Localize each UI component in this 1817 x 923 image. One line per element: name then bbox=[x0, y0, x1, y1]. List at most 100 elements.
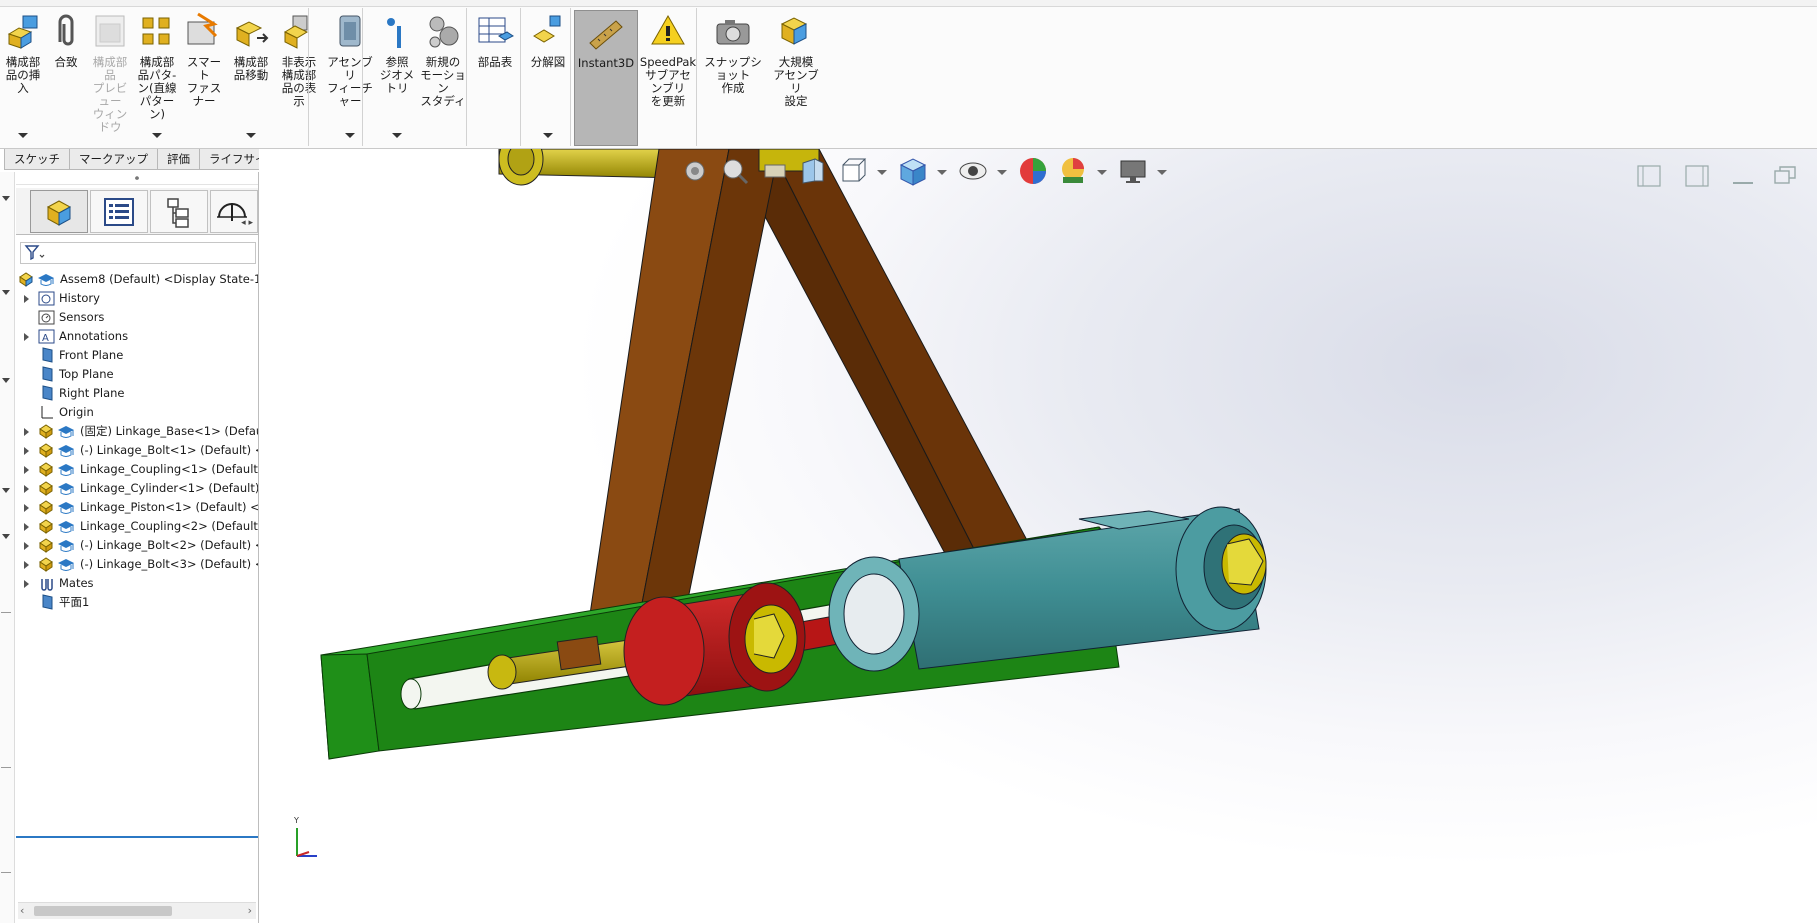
chevron-down-icon[interactable] bbox=[392, 133, 402, 138]
collapse-arrow-icon[interactable] bbox=[2, 378, 10, 383]
view-settings-dropdown-icon[interactable] bbox=[1157, 170, 1167, 175]
ribbon-button-linear-pattern[interactable]: 構成部 品パタ- ン(直線 パターン) bbox=[134, 10, 180, 146]
tree-item[interactable]: 平面1 bbox=[16, 591, 258, 613]
apply-scene-dropdown-icon[interactable] bbox=[1097, 170, 1107, 175]
ribbon-button-snapshot-camera[interactable]: スナップショット 作成 bbox=[700, 10, 766, 146]
ribbon-button-bill-of-materials[interactable]: 部品表 bbox=[470, 10, 520, 146]
linkage-cylinder[interactable] bbox=[828, 506, 1267, 672]
ribbon-button-component-preview-window[interactable]: 構成部 品 プレビュー ウィンドウ bbox=[88, 10, 132, 146]
collapse-arrow-icon[interactable] bbox=[2, 196, 10, 201]
smart-fasteners-icon bbox=[187, 12, 218, 45]
ribbon-button-smart-fasteners[interactable]: スマート ファスナー bbox=[182, 10, 226, 146]
linkage-coupling-red[interactable] bbox=[623, 582, 806, 706]
sensors-icon bbox=[38, 310, 55, 325]
view-settings-icon[interactable] bbox=[1117, 155, 1149, 187]
expand-arrow-icon[interactable] bbox=[24, 333, 29, 341]
assembly-model[interactable] bbox=[259, 149, 1817, 923]
expand-arrow-icon[interactable] bbox=[24, 542, 29, 550]
minimize-icon[interactable] bbox=[1729, 163, 1757, 189]
graphics-area[interactable]: Y bbox=[259, 149, 1817, 923]
display-style-icon[interactable] bbox=[897, 155, 929, 187]
svg-text:A: A bbox=[42, 333, 49, 344]
scroll-thumb[interactable] bbox=[34, 906, 172, 916]
back-leg[interactable] bbox=[728, 149, 1030, 562]
ribbon-button-label: 部品表 bbox=[477, 55, 513, 69]
ribbon-button-instant3d[interactable]: Instant3D bbox=[574, 10, 638, 146]
expand-arrow-icon[interactable] bbox=[24, 295, 29, 303]
apply-scene-icon[interactable] bbox=[1057, 155, 1089, 187]
tab-command-manager[interactable]: スケッチ bbox=[4, 149, 70, 170]
panel-grip[interactable]: ⦁ bbox=[16, 172, 258, 185]
scroll-right-icon[interactable]: › bbox=[248, 904, 252, 917]
chevron-down-icon[interactable] bbox=[543, 133, 553, 138]
view-orientation-icon[interactable] bbox=[837, 155, 869, 187]
ribbon-button-speedpak-update[interactable]: SpeedPak サブアセンブリ を更新 bbox=[640, 10, 696, 146]
instant3d-icon bbox=[589, 20, 623, 50]
expand-arrow-icon[interactable] bbox=[24, 447, 29, 455]
expand-arrow-icon[interactable] bbox=[24, 504, 29, 512]
ribbon-button-large-assembly-settings[interactable]: 大規模 アセンブリ 設定 bbox=[768, 10, 824, 146]
previous-view-icon[interactable] bbox=[759, 155, 791, 187]
tab-featuremanager[interactable] bbox=[30, 190, 88, 233]
expand-arrow-icon[interactable] bbox=[24, 466, 29, 474]
restore-icon[interactable] bbox=[1771, 163, 1799, 189]
triad-y-label: Y bbox=[293, 816, 299, 825]
ribbon-button-exploded-view[interactable]: 分解図 bbox=[524, 10, 572, 146]
display-style-dropdown-icon[interactable] bbox=[937, 170, 947, 175]
section-view-icon[interactable] bbox=[797, 155, 829, 187]
expand-arrow-icon[interactable] bbox=[24, 485, 29, 493]
show-hidden-components-icon bbox=[283, 15, 309, 49]
expand-arrow-icon[interactable] bbox=[24, 561, 29, 569]
chevron-down-icon[interactable] bbox=[246, 133, 256, 138]
expand-arrow-icon[interactable] bbox=[24, 523, 29, 531]
collapse-arrow-icon[interactable] bbox=[2, 534, 10, 539]
display-state-hat-icon bbox=[58, 502, 74, 514]
tab-propertymanager[interactable] bbox=[90, 190, 148, 233]
part-component-icon bbox=[39, 443, 53, 458]
collapse-arrow-icon[interactable] bbox=[2, 290, 10, 295]
view-orientation-dropdown-icon[interactable] bbox=[877, 170, 887, 175]
ribbon-button-new-motion-study[interactable]: 新規の モーション スタディ bbox=[420, 10, 466, 146]
ribbon-button-assembly-features[interactable]: アセンブリ フィーチャー bbox=[326, 10, 374, 146]
part-component-icon bbox=[39, 519, 53, 534]
assembly-features-icon bbox=[339, 15, 361, 47]
speedpak-update-icon bbox=[651, 14, 685, 45]
tile-left-icon[interactable] bbox=[1635, 163, 1663, 189]
tab-dimxpertmanager[interactable]: ◂ ▸ bbox=[210, 190, 258, 233]
tab-scroll-arrows-icon[interactable]: ◂ ▸ bbox=[241, 218, 253, 228]
ribbon-button-label: スナップショット 作成 bbox=[704, 55, 762, 95]
ribbon-button-label: 構成部 品パタ- ン(直線 パターン) bbox=[137, 55, 177, 121]
heads-up-view-toolbar bbox=[685, 149, 1619, 193]
part-component-icon bbox=[39, 557, 53, 572]
edit-appearance-icon[interactable] bbox=[1017, 155, 1049, 187]
chevron-down-icon[interactable] bbox=[152, 133, 162, 138]
snapshot-camera-icon bbox=[716, 20, 750, 45]
ribbon-button-move-component[interactable]: 構成部 品移動 bbox=[228, 10, 274, 146]
feature-manager-tabs: ◂ ▸ bbox=[16, 188, 258, 235]
tab-command-manager[interactable]: 評価 bbox=[157, 149, 200, 170]
tree-filter-field[interactable] bbox=[20, 242, 256, 264]
expand-arrow-icon[interactable] bbox=[24, 428, 29, 436]
tile-right-icon[interactable] bbox=[1683, 163, 1711, 189]
expand-arrow-icon[interactable] bbox=[24, 580, 29, 588]
ribbon-button-reference-geometry[interactable]: 参照 ジオメトリ bbox=[376, 10, 418, 146]
rollback-bar[interactable] bbox=[16, 836, 258, 838]
new-motion-study-icon bbox=[429, 16, 459, 48]
hide-show-items-icon[interactable] bbox=[957, 155, 989, 187]
collapse-arrow-icon[interactable] bbox=[2, 488, 10, 493]
hide-show-dropdown-icon[interactable] bbox=[997, 170, 1007, 175]
scroll-left-icon[interactable]: ‹ bbox=[20, 904, 24, 917]
zoom-to-fit-icon[interactable] bbox=[679, 155, 711, 187]
filter-funnel-icon[interactable] bbox=[24, 244, 46, 262]
move-component-icon bbox=[235, 21, 269, 47]
chevron-down-icon[interactable] bbox=[345, 133, 355, 138]
ribbon-button-show-hidden-components[interactable]: 非表示 構成部 品の表 示 bbox=[276, 10, 322, 146]
front-leg[interactable] bbox=[588, 149, 780, 622]
zoom-to-area-icon[interactable] bbox=[719, 155, 751, 187]
chevron-down-icon[interactable] bbox=[18, 133, 28, 138]
ribbon-button-insert-component[interactable]: 構成部 品の挿 入 bbox=[2, 10, 44, 146]
ribbon-button-mate-paperclip[interactable]: 合致 bbox=[46, 10, 86, 146]
tab-command-manager[interactable]: マークアップ bbox=[69, 149, 158, 170]
tab-configurationmanager[interactable] bbox=[150, 190, 208, 233]
tree-horizontal-scrollbar[interactable]: ‹ › bbox=[18, 902, 256, 919]
